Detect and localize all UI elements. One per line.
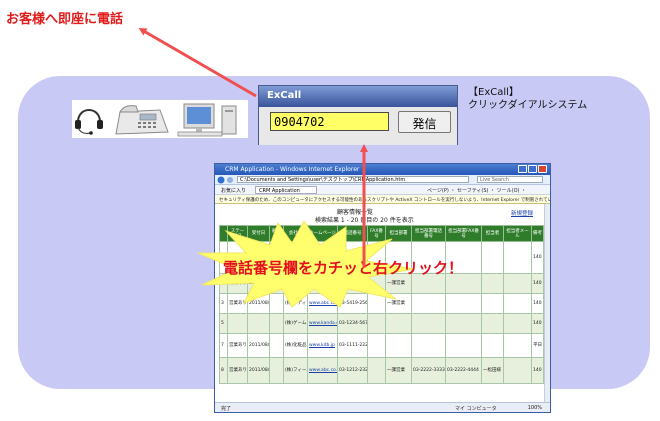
table-cell	[503, 313, 532, 334]
browser-title: CRM Application - Windows Internet Explo…	[225, 166, 360, 173]
table-cell: 一松田様	[481, 357, 504, 384]
address-bar[interactable]: C:\Documents and Settings\user\デスクトップ\CR…	[237, 176, 469, 183]
table-cell: 140	[531, 357, 544, 384]
table-cell: 140	[531, 293, 544, 314]
table-cell	[481, 333, 504, 358]
table-cell: (株)化粧品	[283, 333, 308, 358]
minimize-button[interactable]	[518, 165, 527, 173]
table-cell: 140	[531, 313, 544, 334]
search-box[interactable]: Live Search	[477, 176, 543, 183]
table-cell	[411, 333, 446, 358]
headset-phone-pc-illustration	[75, 103, 237, 137]
column-header[interactable]: 担当者メール	[503, 225, 532, 242]
table-row[interactable]: 5 (株)ゲームwww.kanda.co.jp03-1234-5678 140	[219, 313, 544, 334]
table-cell	[445, 313, 482, 334]
dial-button[interactable]: 発信	[398, 111, 451, 133]
table-cell	[385, 313, 412, 334]
computer-icon	[177, 103, 237, 137]
table-cell	[367, 357, 386, 384]
table-cell: 140 件	[531, 241, 544, 274]
table-cell: 2011/08/08	[247, 357, 270, 384]
table-cell[interactable]: www.kanda.co.jp	[307, 313, 338, 334]
command-bar[interactable]: ページ(P) ・ セーフティ(S) ・ ツール(O) ・	[427, 187, 526, 194]
instruction-text: 電話番号欄をカチッと右クリック！	[223, 259, 464, 277]
table-cell	[385, 333, 412, 358]
table-cell: (株)ゲーム	[283, 313, 308, 334]
maximize-button[interactable]	[528, 165, 537, 173]
tab-crm-application[interactable]: CRM Application	[255, 186, 317, 194]
headset-icon	[75, 109, 103, 135]
table-cell	[269, 313, 284, 334]
favorites-button[interactable]: お気に入り	[221, 187, 246, 194]
call-caption: お客様へ即座に電話	[6, 12, 124, 27]
excall-name-label: 【ExCall】	[468, 87, 519, 98]
table-cell	[503, 333, 532, 358]
column-header[interactable]: 担当者	[481, 225, 504, 242]
excall-system-label: クリックダイアルシステム	[468, 100, 588, 111]
back-forward-icon[interactable]	[217, 176, 237, 184]
column-header[interactable]: 備考	[531, 225, 544, 242]
table-cell	[269, 357, 284, 384]
table-cell	[481, 273, 504, 294]
table-cell: 2011/08/10	[247, 333, 270, 358]
table-cell: 7	[219, 333, 228, 358]
table-cell	[445, 293, 482, 314]
table-cell	[367, 333, 386, 358]
table-cell	[445, 333, 482, 358]
table-cell: (株)フィーネ	[283, 357, 308, 384]
table-cell: 140	[531, 273, 544, 294]
table-cell: 5	[219, 313, 228, 334]
table-cell	[481, 313, 504, 334]
close-button[interactable]	[538, 165, 547, 173]
table-cell: 一課営業	[385, 357, 412, 384]
tab-toolbar-row: お気に入り CRM Application ページ(P) ・ セーフティ(S) …	[215, 185, 550, 195]
column-header[interactable]: 担当部署FAX番号	[445, 225, 482, 242]
table-cell	[247, 313, 270, 334]
table-cell[interactable]: www.abc.co.jp	[307, 357, 338, 384]
status-bar: 完了 マイ コンピュータ 100%	[215, 402, 550, 412]
table-cell	[503, 273, 532, 294]
table-cell	[503, 293, 532, 314]
table-cell: 営業あり	[227, 357, 248, 384]
phone-number-input[interactable]: 0904702	[270, 112, 389, 131]
security-zone: マイ コンピュータ	[455, 406, 497, 412]
excall-description: 【ExCall】 クリックダイアルシステム	[468, 86, 587, 112]
table-cell	[227, 313, 248, 334]
address-bar-row: C:\Documents and Settings\user\デスクトップ\CR…	[215, 175, 550, 185]
table-cell	[481, 293, 504, 314]
device-illustration	[72, 100, 248, 138]
zoom-level[interactable]: 100%	[528, 405, 542, 411]
table-row[interactable]: 7営業あり2011/08/10 (株)化粧品www.kdb.jp03-1111-2…	[219, 333, 544, 358]
excall-body: 0904702 発信	[259, 107, 457, 145]
table-cell	[411, 293, 446, 314]
browser-title-bar: CRM Application - Windows Internet Explo…	[215, 164, 550, 175]
table-cell[interactable]: www.kdb.jp	[307, 333, 338, 358]
table-cell	[481, 241, 504, 274]
desk-phone-icon	[115, 105, 169, 135]
table-cell	[367, 313, 386, 334]
table-cell[interactable]: 03-1234-5678	[337, 313, 368, 334]
table-cell	[503, 241, 532, 274]
table-cell[interactable]: 03-1111-2222	[337, 333, 368, 358]
table-row[interactable]: 8営業あり2011/08/08 (株)フィーネwww.abc.co.jp03-12…	[219, 357, 544, 384]
table-cell: 8	[219, 357, 228, 384]
excall-title-bar: ExCall	[259, 86, 457, 107]
vertical-scrollbar[interactable]	[544, 204, 550, 402]
excall-dialog: ExCall 0904702 発信	[258, 85, 458, 145]
table-cell	[269, 333, 284, 358]
column-header[interactable]: 担当部署電話番号	[411, 225, 446, 242]
table-cell	[503, 357, 532, 384]
new-record-link[interactable]: 新規登録	[511, 209, 533, 217]
table-cell	[411, 313, 446, 334]
table-cell: 平日	[531, 333, 544, 358]
table-cell[interactable]: 03-1212-2323	[337, 357, 368, 384]
table-cell: 03-2222-4444	[445, 357, 482, 384]
window-controls	[518, 165, 547, 173]
table-cell: 営業あり	[227, 333, 248, 358]
security-info-bar[interactable]: セキュリティ保護のため、このコンピュータにアクセスする可能性のあるスクリプトや …	[215, 195, 550, 204]
table-cell: 03-2222-3333	[411, 357, 446, 384]
status-text: 完了	[221, 406, 232, 412]
